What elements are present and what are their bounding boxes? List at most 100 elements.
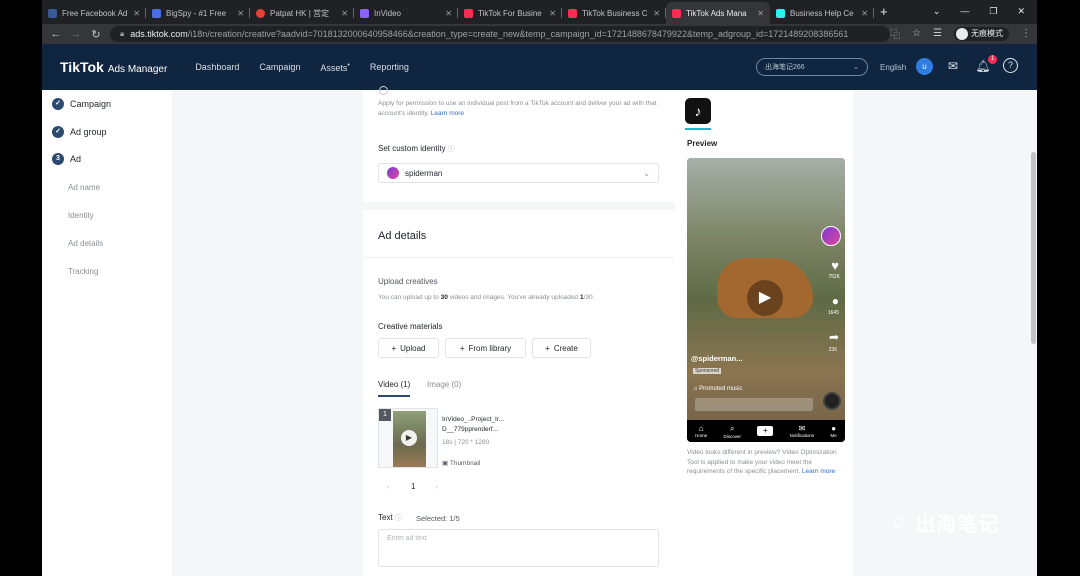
substep-tracking[interactable]: Tracking bbox=[68, 267, 98, 276]
step-ad[interactable]: 3 Ad bbox=[52, 153, 81, 165]
check-icon: ✓ bbox=[52, 126, 64, 138]
section-title: Ad details bbox=[378, 230, 427, 242]
video-name: InVideo_..Project_Ir... D__779pprenderf..… bbox=[442, 416, 505, 433]
create-tab[interactable]: + bbox=[757, 426, 774, 436]
nav-campaign[interactable]: Campaign bbox=[259, 62, 300, 73]
preview-title: Preview bbox=[687, 139, 718, 148]
main-nav: Dashboard Campaign Assets• Reporting bbox=[195, 62, 409, 73]
browser-tab[interactable]: TikTok For Busine ✕ bbox=[458, 2, 562, 24]
ad-text-input[interactable]: Enter ad text bbox=[378, 529, 659, 567]
comment-icon[interactable]: ● bbox=[832, 294, 839, 308]
tab-search-icon[interactable]: ⌄ bbox=[933, 6, 941, 17]
substep-identity[interactable]: Identity bbox=[68, 211, 94, 220]
tab-image[interactable]: Image (0) bbox=[427, 380, 461, 389]
me-tab[interactable]: ● Me bbox=[831, 424, 837, 438]
inbox-icon[interactable]: ✉ bbox=[945, 58, 961, 74]
radio-button[interactable] bbox=[379, 86, 388, 95]
info-icon[interactable]: ⓘ bbox=[448, 146, 455, 153]
tiktok-ads-logo[interactable]: TikTok Ads Manager bbox=[60, 59, 167, 75]
close-tab-icon[interactable]: ✕ bbox=[549, 9, 556, 18]
new-tab-button[interactable]: + bbox=[880, 2, 888, 24]
substep-ad-name[interactable]: Ad name bbox=[68, 183, 100, 192]
comment-count: 1645 bbox=[827, 310, 839, 316]
learn-more-link[interactable]: Learn more bbox=[802, 468, 835, 475]
thumbnail-button[interactable]: ▣ Thumbnail bbox=[442, 459, 480, 469]
close-tab-icon[interactable]: ✕ bbox=[133, 9, 140, 18]
tab-video[interactable]: Video (1) bbox=[378, 380, 411, 397]
music-disc-icon[interactable] bbox=[823, 392, 841, 410]
page-prev[interactable]: ‹ bbox=[387, 482, 390, 491]
video-item[interactable]: 1 ▶ bbox=[378, 408, 438, 468]
reload-button[interactable]: ↻ bbox=[86, 28, 106, 41]
language-switch[interactable]: English bbox=[880, 63, 906, 72]
tab-favicon-icon bbox=[360, 8, 369, 18]
tab-favicon-icon bbox=[568, 8, 577, 18]
share-icon[interactable]: ➦ bbox=[829, 330, 839, 344]
from-library-button[interactable]: + From library bbox=[445, 338, 526, 358]
page-number[interactable]: 1 bbox=[411, 482, 415, 491]
substep-ad-details[interactable]: Ad details bbox=[68, 239, 103, 248]
close-tab-icon[interactable]: ✕ bbox=[341, 9, 348, 18]
translate-icon[interactable]: ⿻ bbox=[890, 26, 900, 41]
browser-tab[interactable]: InVideo ✕ bbox=[354, 2, 458, 24]
page-next[interactable]: › bbox=[435, 482, 438, 491]
back-button[interactable]: ← bbox=[46, 28, 66, 40]
tab-favicon-icon bbox=[48, 8, 57, 18]
browser-tab[interactable]: Patpat HK | 営定 ✕ bbox=[250, 2, 354, 24]
music-label: ♫ Promoted music bbox=[693, 386, 743, 392]
home-tab[interactable]: ⌂ Home bbox=[695, 424, 707, 438]
tiktok-placement-icon[interactable]: ♪ bbox=[685, 98, 711, 124]
url-bar[interactable]: 🔒︎ ads.tiktok.com/i18n/creation/creative… bbox=[110, 26, 890, 42]
creative-materials-label: Creative materials bbox=[378, 322, 443, 331]
tab-favicon-icon bbox=[256, 8, 265, 18]
discover-tab[interactable]: ⌕ Discover bbox=[724, 424, 742, 439]
play-icon[interactable]: ▶ bbox=[401, 430, 417, 446]
help-icon[interactable]: ? bbox=[1003, 58, 1018, 73]
close-tab-icon[interactable]: ✕ bbox=[237, 9, 244, 18]
browser-tab[interactable]: Free Facebook Ad ✕ bbox=[42, 2, 146, 24]
browser-tab-active[interactable]: TikTok Ads Mana ✕ bbox=[666, 2, 770, 24]
upload-button[interactable]: + Upload bbox=[378, 338, 439, 358]
tiktok-bottom-nav: ⌂ Home ⌕ Discover + ✉ Notifications ● Me bbox=[687, 420, 845, 442]
bookmark-star-icon[interactable]: ☆ bbox=[912, 28, 921, 39]
step-adgroup[interactable]: ✓ Ad group bbox=[52, 126, 107, 138]
browser-tab[interactable]: Business Help Ce ✕ bbox=[770, 2, 874, 24]
forward-button[interactable]: → bbox=[66, 28, 86, 40]
close-window-button[interactable]: ✕ bbox=[1017, 6, 1025, 17]
nav-dashboard[interactable]: Dashboard bbox=[195, 62, 239, 73]
notifications-tab[interactable]: ✉ Notifications bbox=[790, 424, 815, 438]
tab-favicon-icon bbox=[152, 8, 161, 18]
tab-favicon-icon bbox=[776, 8, 785, 18]
image-icon: ▣ bbox=[442, 460, 449, 467]
create-button[interactable]: + Create bbox=[532, 338, 591, 358]
play-icon[interactable]: ▶ bbox=[747, 280, 783, 316]
address-toolbar: ← → ↻ 🔒︎ ads.tiktok.com/i18n/creation/cr… bbox=[42, 24, 1037, 44]
profile-chip[interactable]: 无痕模式 bbox=[954, 26, 1009, 41]
step-campaign[interactable]: ✓ Campaign bbox=[52, 98, 111, 110]
creator-avatar[interactable] bbox=[821, 226, 841, 246]
nav-reporting[interactable]: Reporting bbox=[370, 62, 409, 73]
identity-select[interactable]: spiderman ⌄ bbox=[378, 163, 659, 183]
heart-icon[interactable]: ♥ bbox=[831, 258, 839, 273]
close-tab-icon[interactable]: ✕ bbox=[445, 9, 452, 18]
step-number: 3 bbox=[52, 153, 64, 165]
close-tab-icon[interactable]: ✕ bbox=[653, 9, 660, 18]
browser-tab[interactable]: BigSpy - #1 Free ✕ bbox=[146, 2, 250, 24]
browser-tab[interactable]: TikTok Business C ✕ bbox=[562, 2, 666, 24]
learn-more-link[interactable]: Learn more bbox=[431, 110, 464, 117]
page-scrollbar[interactable] bbox=[1030, 90, 1037, 576]
minimize-button[interactable]: — bbox=[960, 6, 969, 16]
account-selector[interactable]: 出海笔记266 ⌄ bbox=[756, 58, 868, 76]
close-tab-icon[interactable]: ✕ bbox=[861, 9, 868, 18]
close-tab-icon[interactable]: ✕ bbox=[757, 9, 764, 18]
restore-button[interactable]: ❐ bbox=[989, 6, 997, 17]
user-avatar[interactable]: u bbox=[916, 58, 933, 75]
info-icon[interactable]: ⓘ bbox=[395, 515, 402, 522]
home-icon: ⌂ bbox=[698, 424, 704, 433]
reading-list-icon[interactable]: ☰ bbox=[933, 28, 942, 39]
menu-kebab-icon[interactable]: ⋮ bbox=[1021, 28, 1031, 39]
cta-bar[interactable] bbox=[695, 398, 813, 411]
nav-assets[interactable]: Assets• bbox=[320, 62, 349, 73]
scrollbar-thumb[interactable] bbox=[1031, 152, 1036, 344]
lock-icon: 🔒︎ bbox=[120, 29, 125, 38]
